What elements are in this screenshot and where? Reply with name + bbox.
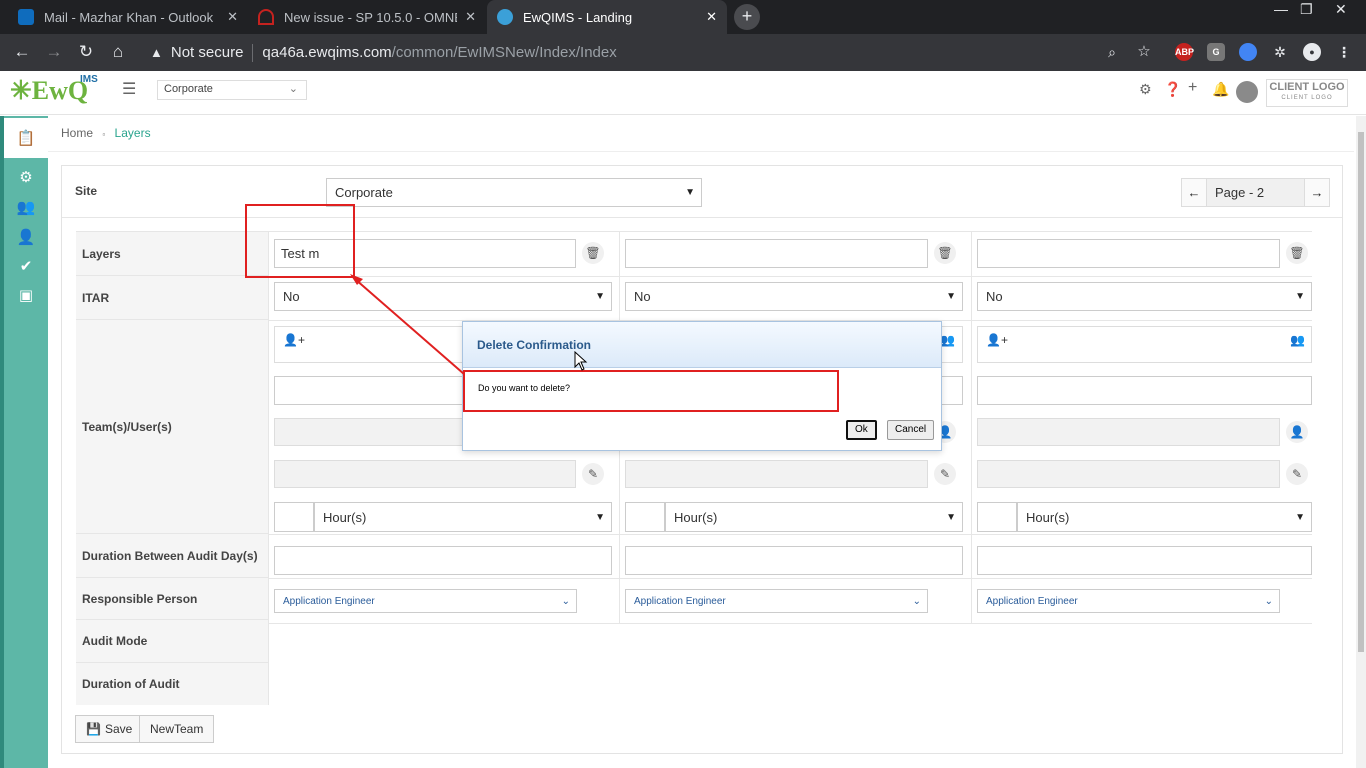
annotation-arrow [350, 274, 465, 375]
mouse-cursor-icon [574, 351, 588, 371]
